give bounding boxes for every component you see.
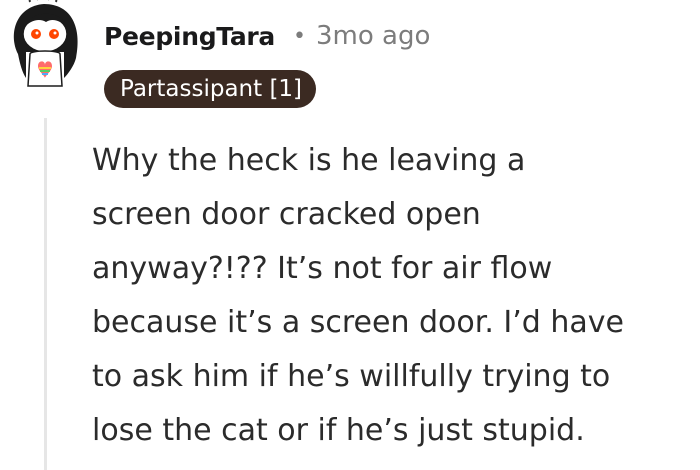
comment-body-line: lose the cat or if he’s just stupid. [92, 413, 585, 448]
comment-body-line: anyway?!?? It’s not for air flow [92, 251, 553, 286]
timestamp-link[interactable]: 3mo ago [316, 21, 430, 51]
comment-body-line: screen door cracked open [92, 197, 481, 232]
comment-body-line: because it’s a screen door. I’d have [92, 305, 624, 340]
comment-header: PeepingTara • 3mo ago [104, 14, 430, 58]
comment: PeepingTara • 3mo ago Partassipant [1] W… [0, 0, 700, 470]
thread-collapse-line[interactable] [44, 118, 47, 470]
comment-body-line: to ask him if he’s willfully trying to [92, 359, 611, 394]
comment-body: Why the heck is he leaving a screen door… [92, 134, 692, 458]
user-flair-badge: Partassipant [1] [104, 70, 317, 108]
snoo-avatar-icon [13, 0, 78, 87]
separator-dot: • [293, 23, 306, 49]
username-link[interactable]: PeepingTara [104, 22, 275, 51]
comment-body-line: Why the heck is he leaving a [92, 143, 526, 178]
user-avatar[interactable] [8, 0, 88, 94]
